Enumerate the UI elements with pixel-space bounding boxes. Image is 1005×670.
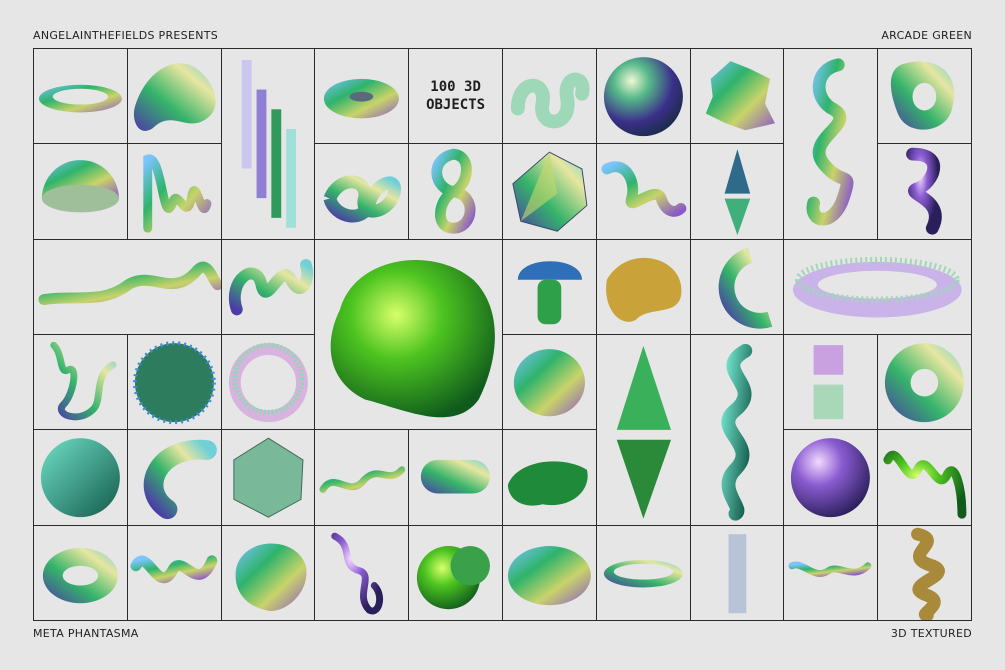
object-s-curve-tall: [784, 49, 879, 240]
footer-left-text: META PHANTASMA: [33, 627, 139, 640]
object-purple-sphere: [784, 430, 879, 526]
object-torus-glossy: [878, 335, 972, 431]
object-double-sphere: [409, 525, 503, 621]
object-double-cone: [690, 144, 785, 240]
title-cell: 100 3D OBJECTS: [409, 49, 503, 145]
object-crumpled-blob: [690, 49, 785, 145]
title-line-1: 100 3D: [430, 79, 481, 96]
object-small-wave: [784, 525, 879, 621]
object-stacked-bars: [221, 49, 316, 240]
object-thin-curl: [315, 525, 410, 621]
object-crumpled-ball: [221, 525, 316, 621]
object-c-arc: [690, 239, 785, 335]
object-wave-tube: [596, 144, 691, 240]
object-figure-eight: [409, 144, 503, 240]
object-knot-tube: [315, 144, 410, 240]
object-glitter-ring: [784, 239, 972, 335]
object-wavy-blob: [127, 49, 222, 145]
title-line-2: OBJECTS: [426, 97, 486, 114]
object-hemisphere: [34, 144, 128, 240]
object-glitter-hoop: [221, 335, 316, 431]
object-sphere: [596, 49, 691, 145]
object-ring-cutout: [34, 49, 128, 145]
object-zigzag-thin: [34, 335, 128, 431]
object-soft-blob: [503, 525, 597, 621]
object-maze-tube: [127, 525, 222, 621]
object-cube-stack: [784, 335, 879, 431]
object-wave-thin: [315, 430, 410, 526]
object-capsule-bent: [409, 430, 503, 526]
object-faceted-icosahedron: [221, 430, 316, 526]
object-melt-flat: [503, 430, 597, 526]
object-flat-ring: [596, 525, 691, 621]
object-wave-arch: [878, 430, 972, 526]
object-twist-blob: [878, 144, 972, 240]
object-long-wave-tube: [34, 239, 222, 335]
object-donut-rounded: [878, 49, 972, 145]
object-cylinder-tall: [690, 525, 785, 621]
object-oval-ring: [34, 525, 128, 621]
object-bumpy-sphere: [34, 430, 128, 526]
object-melted-blob: [596, 239, 691, 335]
object-striped-blob: [503, 335, 597, 431]
object-big-green-blob: [315, 239, 503, 431]
object-curved-tube: [127, 430, 222, 526]
object-textured-sphere: [127, 335, 222, 431]
footer-right-text: 3D TEXTURED: [890, 627, 972, 640]
object-icosahedron: [503, 144, 597, 240]
object-grid: 100 3D OBJECTS: [33, 48, 972, 621]
object-torus-flat: [315, 49, 410, 145]
object-zigzag-tube: [127, 144, 222, 240]
header-left-text: ANGELAINTHEFIELDS PRESENTS: [33, 29, 219, 42]
object-spike-cone: [596, 335, 691, 526]
object-squiggle-textured: [503, 49, 597, 145]
header-right-text: ARCADE GREEN: [881, 29, 972, 42]
object-s-twist: [690, 335, 785, 526]
object-coil-tube: [221, 239, 316, 335]
object-coil-vertical: [878, 525, 972, 621]
object-mushroom: [503, 239, 597, 335]
